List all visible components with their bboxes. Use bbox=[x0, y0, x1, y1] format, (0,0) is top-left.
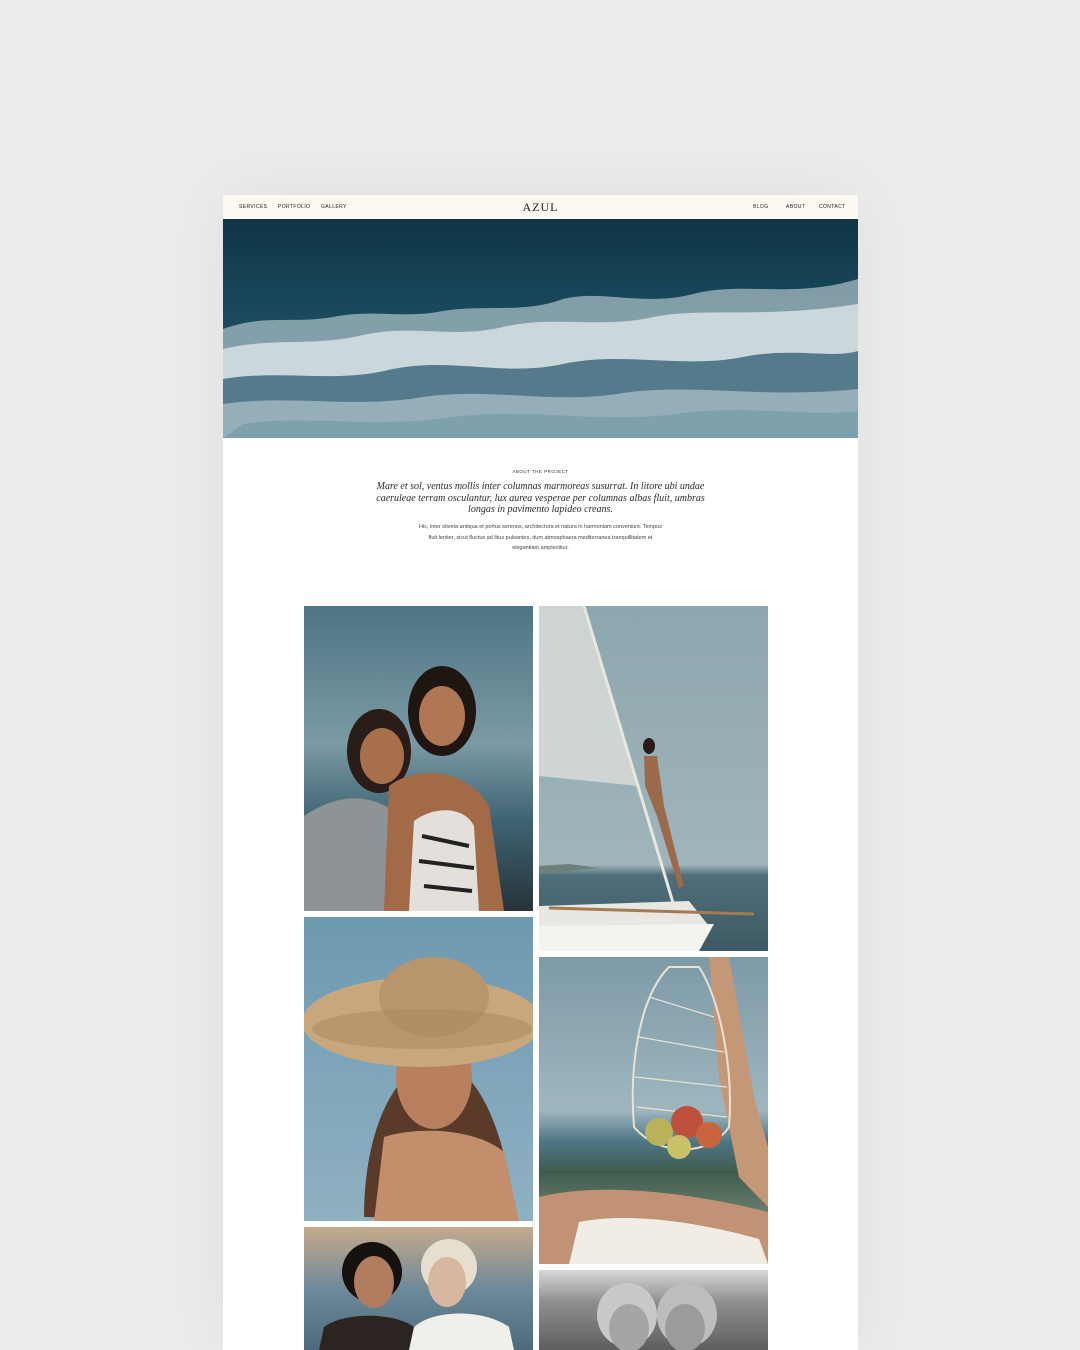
gallery-photo-sailboat[interactable] bbox=[539, 606, 768, 951]
website-preview: SERVICES PORTFOLIO GALLERY AZUL BLOG ABO… bbox=[223, 195, 858, 1350]
nav-link-blog[interactable]: BLOG bbox=[753, 204, 769, 210]
top-navigation: SERVICES PORTFOLIO GALLERY AZUL BLOG ABO… bbox=[223, 195, 858, 219]
about-lead-text: Mare et sol, ventus mollis inter columna… bbox=[376, 481, 705, 515]
hero-ocean-image bbox=[223, 219, 858, 438]
nav-link-about[interactable]: ABOUT bbox=[786, 204, 805, 210]
about-eyebrow: ABOUT THE PROJECT bbox=[512, 469, 569, 474]
about-section: ABOUT THE PROJECT Mare et sol, ventus mo… bbox=[223, 438, 858, 598]
gallery-photo-bw-portrait[interactable] bbox=[539, 1270, 768, 1350]
gallery-photo-two-women-portrait[interactable] bbox=[304, 1227, 533, 1350]
about-body-text: Hic, inter oliveta antiqua et portus ser… bbox=[419, 524, 662, 551]
gallery-photo-woman-straw-hat[interactable] bbox=[304, 917, 533, 1221]
gallery-photo-two-women-beach[interactable] bbox=[304, 606, 533, 911]
gallery-photo-fruit-net-bag[interactable] bbox=[539, 957, 768, 1264]
nav-link-contact[interactable]: CONTACT bbox=[819, 204, 846, 210]
